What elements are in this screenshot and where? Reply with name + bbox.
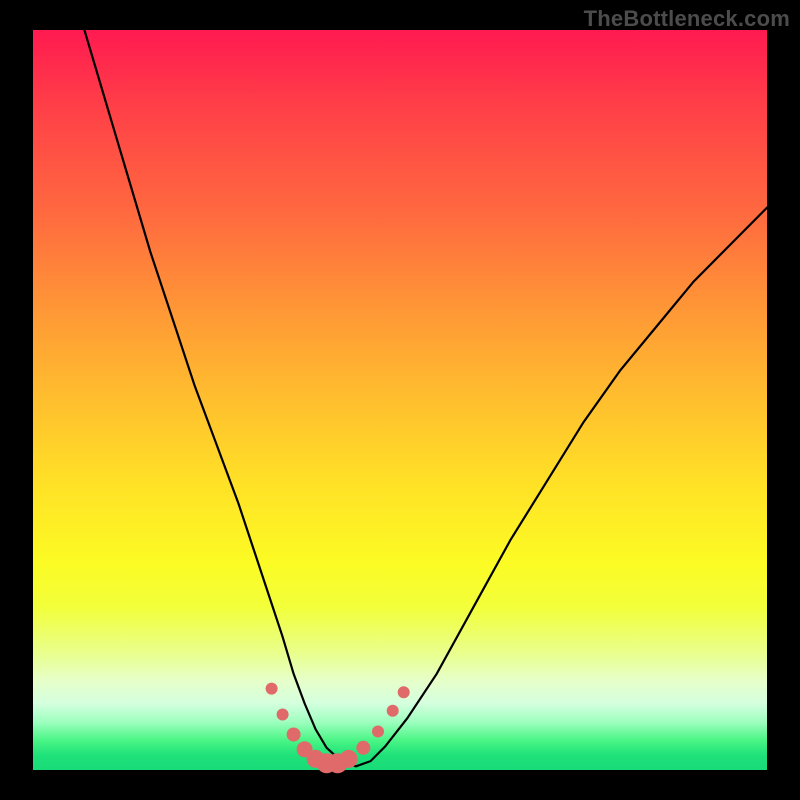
marker-dot	[398, 686, 410, 698]
bottom-markers-group	[266, 683, 410, 774]
marker-dot	[387, 705, 399, 717]
marker-dot	[287, 728, 301, 742]
chart-svg	[33, 30, 767, 770]
marker-dot	[340, 750, 358, 768]
bottleneck-curve	[84, 30, 767, 766]
marker-dot	[356, 741, 370, 755]
marker-dot	[277, 709, 289, 721]
marker-dot	[266, 683, 278, 695]
watermark-text: TheBottleneck.com	[584, 6, 790, 32]
marker-dot	[372, 726, 384, 738]
